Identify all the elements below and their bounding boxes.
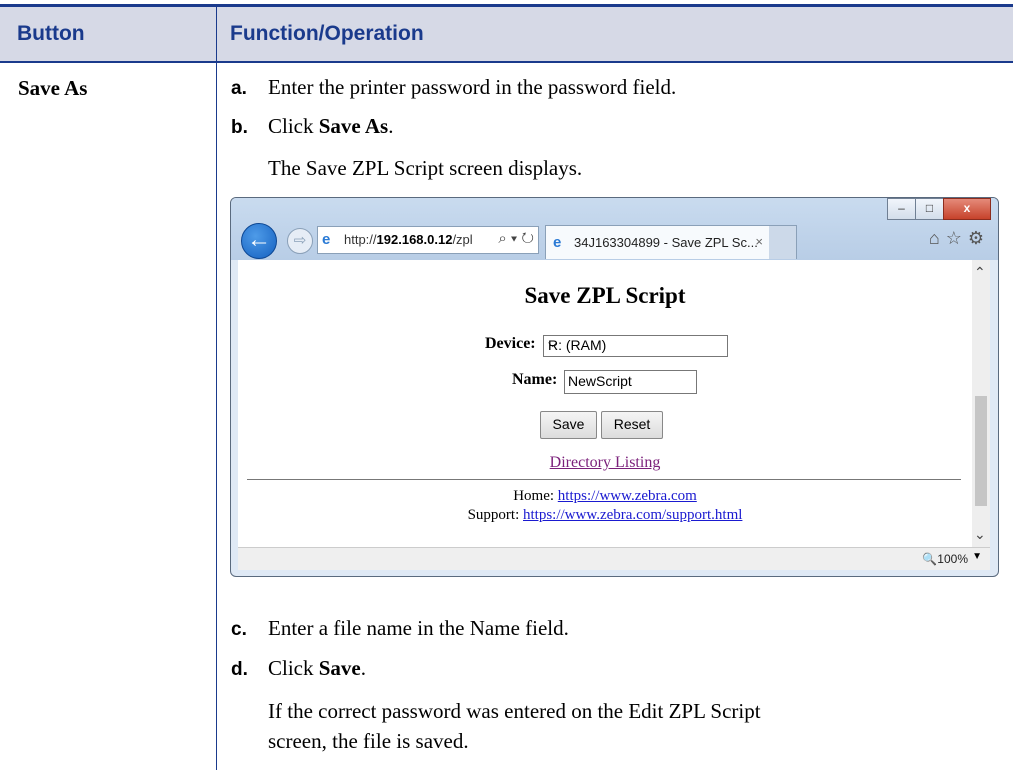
new-tab-button[interactable]	[769, 225, 797, 259]
header-button: Button	[17, 22, 85, 45]
address-url: http://192.168.0.12/zpl	[344, 232, 473, 247]
close-icon[interactable]: x	[943, 198, 991, 220]
support-line: Support: https://www.zebra.com/support.h…	[467, 507, 743, 523]
device-select[interactable]: R: (RAM) ⌵	[543, 335, 728, 357]
address-tools-icon[interactable]: ⌕ ▾ ↻	[498, 230, 534, 247]
step-b: b. Click Save As.	[231, 114, 393, 139]
name-label: Name:	[512, 371, 558, 388]
reset-button[interactable]: Reset	[601, 411, 663, 439]
favorites-star-icon[interactable]: ☆	[946, 228, 968, 248]
procedure-table: Button Function/Operation Save As a. Ente…	[0, 0, 1013, 770]
page-title: Save ZPL Script	[524, 283, 686, 308]
chevron-down-icon: ⌵	[548, 336, 558, 350]
step-letter: b.	[231, 117, 248, 138]
browser-window-screenshot: – □ x ← ⇨ e http://192.168.0.12/zpl ⌕ ▾ …	[230, 197, 999, 577]
save-button[interactable]: Save	[540, 411, 597, 439]
support-link[interactable]: https://www.zebra.com/support.html	[523, 507, 742, 523]
step-letter: d.	[231, 659, 248, 680]
status-bar: 🔍100% ▼	[238, 547, 990, 570]
zoom-dropdown-icon[interactable]: ▼	[972, 551, 982, 562]
result-b: The Save ZPL Script screen displays.	[268, 156, 583, 180]
step-text: Click	[268, 114, 319, 138]
step-letter: a.	[231, 78, 247, 99]
scroll-down-icon[interactable]: ⌄	[974, 526, 986, 543]
step-a: a. Enter the printer password in the pass…	[231, 75, 676, 100]
result-d-line1: If the correct password was entered on t…	[268, 699, 761, 723]
home-line: Home: https://www.zebra.com	[513, 488, 697, 504]
step-d: d. Click Save.	[231, 656, 366, 681]
minimize-icon[interactable]: –	[887, 198, 916, 220]
scroll-thumb[interactable]	[975, 396, 987, 506]
scroll-up-icon[interactable]: ⌃	[974, 264, 986, 281]
zoom-level[interactable]: 🔍100%	[922, 552, 968, 566]
step-text: Enter the printer password in the passwo…	[268, 75, 677, 99]
ie-logo-icon: e	[322, 231, 331, 248]
vertical-scrollbar[interactable]: ⌃ ⌄	[972, 260, 990, 547]
window-controls: – □ x	[887, 198, 991, 220]
step-text: Click	[268, 656, 319, 680]
step-bold-text: Save	[318, 656, 361, 680]
button-name-cell: Save As	[18, 76, 88, 100]
name-input-value: NewScript	[568, 373, 632, 389]
table-header-rule	[0, 61, 1013, 63]
step-c: c. Enter a file name in the Name field.	[231, 616, 569, 641]
step-end: .	[360, 656, 366, 680]
step-text: Enter a file name in the Name field.	[268, 616, 569, 640]
maximize-icon[interactable]: □	[915, 198, 944, 220]
result-d: If the correct password was entered on t…	[268, 696, 761, 756]
forward-arrow-icon[interactable]: ⇨	[287, 228, 313, 254]
table-header-row	[0, 7, 1013, 61]
browser-toolbar-icons: ⌂☆⚙	[929, 228, 990, 249]
step-bold-text: Save As	[318, 114, 389, 138]
device-label: Device:	[485, 335, 536, 352]
page-viewport: Save ZPL Script Device: R: (RAM) ⌵ Name:…	[238, 260, 972, 547]
browser-tab[interactable]: e 34J163304899 - Save ZPL Sc... ×	[545, 225, 771, 259]
page-divider	[247, 479, 961, 480]
back-arrow-icon[interactable]: ←	[241, 223, 277, 259]
home-link[interactable]: https://www.zebra.com	[558, 488, 697, 504]
step-letter: c.	[231, 619, 247, 640]
ie-logo-icon: e	[553, 234, 562, 251]
directory-listing-link[interactable]: Directory Listing	[238, 454, 972, 472]
tab-close-icon[interactable]: ×	[755, 234, 763, 249]
step-end: .	[388, 114, 394, 138]
tab-title: 34J163304899 - Save ZPL Sc...	[574, 235, 758, 250]
home-icon[interactable]: ⌂	[929, 228, 946, 248]
result-d-line2: screen, the file is saved.	[268, 729, 469, 753]
gear-icon[interactable]: ⚙	[968, 228, 990, 248]
name-input[interactable]: NewScript	[564, 370, 697, 394]
column-divider	[216, 7, 217, 770]
header-function: Function/Operation	[230, 22, 424, 45]
address-bar[interactable]: e http://192.168.0.12/zpl ⌕ ▾ ↻	[317, 226, 539, 254]
